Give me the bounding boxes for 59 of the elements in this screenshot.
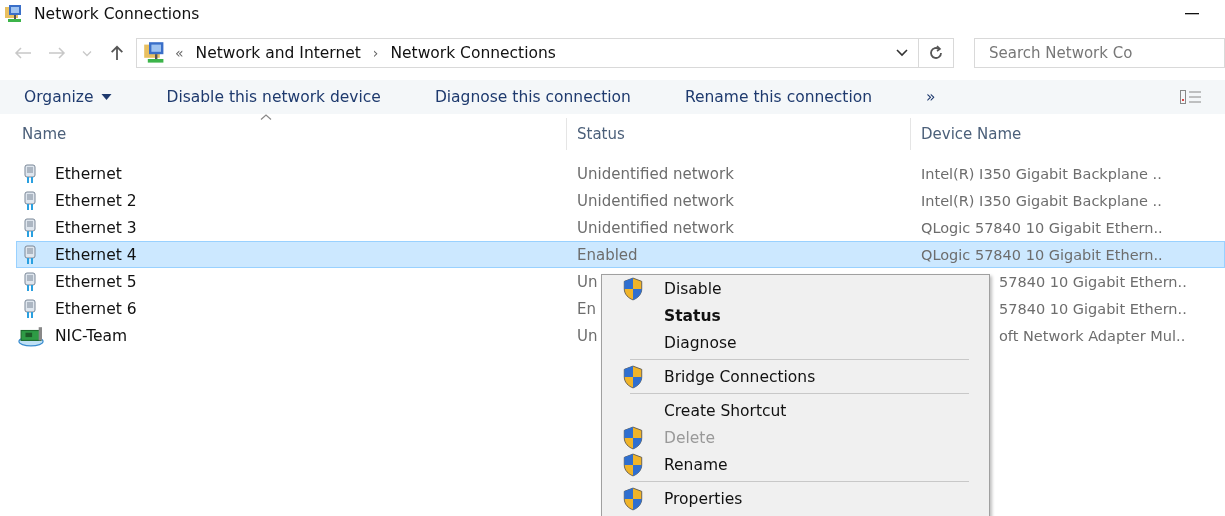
breadcrumb[interactable]: Network and Internet [195, 44, 361, 62]
menu-item[interactable]: Status [602, 302, 989, 329]
menu-item[interactable]: Rename [602, 451, 989, 478]
connection-name[interactable]: Ethernet 3 [55, 218, 137, 237]
status-text: Un [577, 326, 598, 345]
status-text: Unidentified network [577, 191, 734, 210]
sort-ascending-icon [260, 114, 272, 120]
breadcrumb-overflow[interactable]: « [175, 45, 184, 61]
status-text: Enabled [577, 245, 638, 264]
column-header[interactable]: Status [566, 118, 910, 150]
device-name-text: Intel(R) I350 Gigabit Backplane .. [921, 192, 1162, 209]
device-name-text: QLogic 57840 10 Gigabit Ethern.. [921, 219, 1163, 236]
organize-menu-button[interactable]: Organize [10, 84, 127, 110]
refresh-icon [928, 45, 944, 61]
ethernet-plug-icon [23, 163, 37, 184]
connection-name[interactable]: NIC-Team [55, 326, 128, 345]
chevron-down-icon[interactable] [896, 49, 908, 57]
menu-item[interactable]: Disable [602, 275, 989, 302]
menu-item[interactable]: Create Shortcut [602, 397, 989, 424]
ethernet-plug-icon [23, 271, 37, 292]
menu-item[interactable]: Diagnose [602, 329, 989, 356]
ethernet-plug-icon [23, 217, 37, 238]
device-name-text: oft Network Adapter Mul.. [999, 327, 1186, 344]
connection-name[interactable]: Ethernet 5 [55, 272, 137, 291]
network-card-icon [17, 324, 45, 347]
column-header[interactable]: Name [0, 118, 566, 150]
status-text: Unidentified network [577, 218, 734, 237]
menu-item[interactable]: Bridge Connections [602, 363, 989, 390]
address-bar[interactable]: « Network and Internet › Network Connections [136, 38, 954, 68]
command-button[interactable]: Disable this network device [152, 84, 395, 110]
selected-row-highlight[interactable]: Ethernet 4 Enabled QLogic 57840 10 Gigabit Ethern.. [16, 241, 1225, 268]
command-button[interactable]: Rename this connection [670, 84, 887, 110]
search-field[interactable]: Search Network Co [974, 38, 1225, 68]
minimize-icon[interactable] [1185, 13, 1199, 15]
status-text: Un [577, 272, 598, 291]
up-arrow-icon[interactable] [108, 45, 126, 61]
ethernet-plug-icon [23, 244, 37, 265]
ethernet-plug-icon [23, 190, 37, 211]
view-options-icon[interactable] [1179, 90, 1203, 104]
breadcrumb[interactable]: Network Connections [390, 44, 556, 62]
network-folder-icon [4, 4, 24, 24]
device-name-text: 57840 10 Gigabit Ethern.. [999, 273, 1187, 290]
status-text: Unidentified network [577, 164, 734, 183]
connection-name[interactable]: Ethernet [55, 164, 122, 183]
menu-item[interactable]: Properties [602, 485, 989, 512]
breadcrumb-separator[interactable]: › [372, 45, 379, 61]
connection-name[interactable]: Ethernet 2 [55, 191, 137, 210]
command-button[interactable]: Diagnose this connection [420, 84, 645, 110]
connection-name[interactable]: Ethernet 6 [55, 299, 137, 318]
device-name-text: 57840 10 Gigabit Ethern.. [999, 300, 1187, 317]
connection-name[interactable]: Ethernet 4 [55, 245, 137, 264]
ethernet-plug-icon [23, 298, 37, 319]
caret-icon [101, 94, 113, 100]
device-name-text: Intel(R) I350 Gigabit Backplane .. [921, 165, 1162, 182]
device-name-text: QLogic 57840 10 Gigabit Ethern.. [921, 246, 1163, 263]
status-text: En [577, 299, 596, 318]
more-commands-button[interactable]: » [912, 84, 950, 110]
window-title: Network Connections [34, 5, 200, 23]
column-header[interactable]: Device Name [910, 118, 1225, 150]
